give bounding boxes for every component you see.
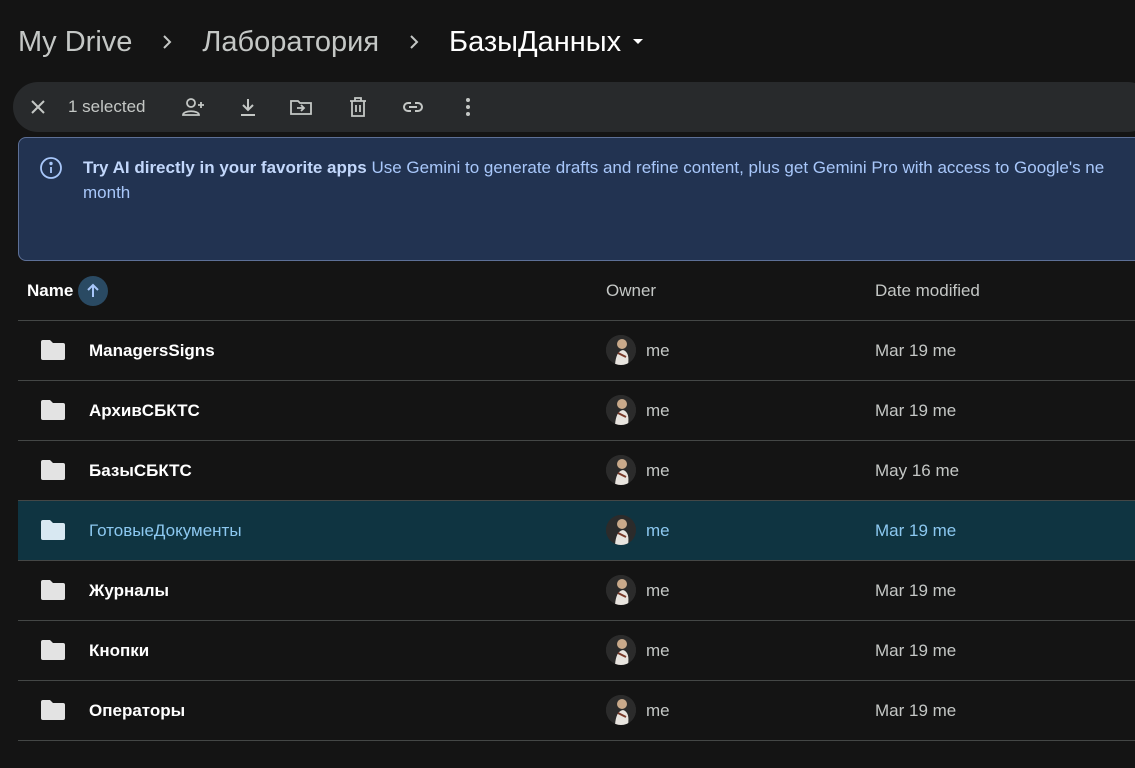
date-modified: Mar 19 me xyxy=(875,581,957,600)
table-header: Name Owner Date modified xyxy=(18,262,1135,321)
owner-avatar xyxy=(606,695,636,725)
banner-body: Use Gemini to generate drafts and refine… xyxy=(371,158,1105,177)
owner-avatar xyxy=(606,455,636,485)
gemini-promo-banner: Try AI directly in your favorite apps Us… xyxy=(18,137,1135,261)
owner-name: me xyxy=(646,641,670,660)
file-name: АрхивСБКТС xyxy=(89,401,200,420)
breadcrumb-laboratory[interactable]: Лаборатория xyxy=(202,26,379,59)
breadcrumb-current-folder[interactable]: БазыДанных xyxy=(449,26,621,59)
folder-icon xyxy=(40,460,66,485)
trash-icon[interactable] xyxy=(346,95,370,119)
folder-icon xyxy=(40,580,66,605)
file-name: Журналы xyxy=(89,581,170,600)
selection-toolbar: 1 selected xyxy=(13,82,1135,132)
breadcrumb: My Drive Лаборатория БазыДанных xyxy=(18,22,645,62)
date-modified: Mar 19 me xyxy=(875,641,957,660)
column-header-name[interactable]: Name xyxy=(27,281,73,301)
owner-avatar xyxy=(606,635,636,665)
owner-avatar xyxy=(606,395,636,425)
file-name: Операторы xyxy=(89,701,186,720)
date-modified: Mar 19 me xyxy=(875,701,957,720)
sort-arrow-up-icon[interactable] xyxy=(78,276,108,306)
owner-avatar xyxy=(606,335,636,365)
owner-name: me xyxy=(646,401,670,420)
owner-name: me xyxy=(646,461,670,480)
file-list: ManagersSigns me Mar 19 me АрхивСБКТС me Mar … xyxy=(18,321,1135,741)
folder-icon xyxy=(40,400,66,425)
more-vert-icon[interactable] xyxy=(456,95,480,119)
date-modified: May 16 me xyxy=(875,461,960,480)
owner-name: me xyxy=(646,581,670,600)
folder-icon xyxy=(40,640,66,665)
file-name: ManagersSigns xyxy=(89,341,215,360)
folder-icon xyxy=(40,520,66,545)
caret-down-icon[interactable] xyxy=(631,37,645,47)
table-row[interactable]: ГотовыеДокументы me Mar 19 me xyxy=(18,501,1135,561)
move-icon[interactable] xyxy=(289,95,313,119)
selection-count: 1 selected xyxy=(68,97,146,116)
date-modified: Mar 19 me xyxy=(875,401,957,420)
chevron-right-icon xyxy=(407,32,421,52)
date-modified: Mar 19 me xyxy=(875,341,957,360)
table-row[interactable]: БазыСБКТС me May 16 me xyxy=(18,441,1135,501)
share-icon[interactable] xyxy=(181,95,205,119)
owner-name: me xyxy=(646,521,670,540)
banner-title: Try AI directly in your favorite apps xyxy=(83,158,367,177)
banner-text: Try AI directly in your favorite apps Us… xyxy=(83,155,1135,205)
column-header-owner[interactable]: Owner xyxy=(606,281,656,301)
info-icon xyxy=(39,156,63,185)
owner-name: me xyxy=(646,701,670,720)
folder-icon xyxy=(40,340,66,365)
file-name: БазыСБКТС xyxy=(89,461,192,480)
breadcrumb-my-drive[interactable]: My Drive xyxy=(18,26,132,59)
file-name: Кнопки xyxy=(89,641,150,660)
table-row[interactable]: АрхивСБКТС me Mar 19 me xyxy=(18,381,1135,441)
table-row[interactable]: Операторы me Mar 19 me xyxy=(18,681,1135,741)
link-icon[interactable] xyxy=(401,95,425,119)
folder-icon xyxy=(40,700,66,725)
table-row[interactable]: Кнопки me Mar 19 me xyxy=(18,621,1135,681)
table-row[interactable]: ManagersSigns me Mar 19 me xyxy=(18,321,1135,381)
close-icon[interactable] xyxy=(26,95,50,119)
owner-avatar xyxy=(606,575,636,605)
banner-body-continued: month xyxy=(83,183,131,202)
column-header-date-modified[interactable]: Date modified xyxy=(875,281,980,301)
owner-avatar xyxy=(606,515,636,545)
table-row[interactable]: Журналы me Mar 19 me xyxy=(18,561,1135,621)
date-modified: Mar 19 me xyxy=(875,521,957,540)
owner-name: me xyxy=(646,341,670,360)
download-icon[interactable] xyxy=(236,95,260,119)
file-name: ГотовыеДокументы xyxy=(89,521,242,540)
chevron-right-icon xyxy=(160,32,174,52)
